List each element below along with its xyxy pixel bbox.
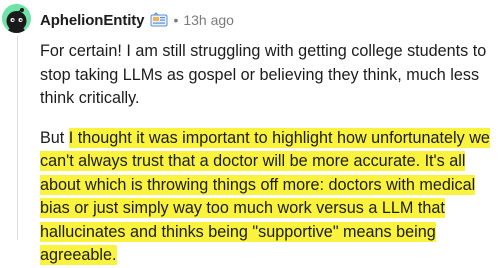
snoo-avatar-icon (2, 4, 31, 33)
username[interactable]: AphelionEntity (40, 12, 145, 29)
comment-paragraph-2: But I thought it was important to highli… (40, 127, 500, 268)
meta-separator: • (173, 12, 179, 28)
comment-header: AphelionEntity • 13h ago (40, 9, 234, 31)
highlighted-text[interactable]: I thought it was important to highlight … (40, 127, 490, 265)
comment-paragraph-1: For certain! I am still struggling with … (40, 42, 487, 107)
comment-body: For certain! I am still struggling with … (40, 40, 500, 268)
comment: AphelionEntity • 13h ago For certain! I … (0, 0, 500, 265)
thread-line[interactable] (17, 36, 18, 240)
avatar[interactable] (2, 4, 31, 33)
paragraph-2-lead: But (40, 128, 69, 147)
timestamp[interactable]: 13h ago (183, 12, 234, 28)
user-flair-badge-icon (150, 12, 168, 28)
